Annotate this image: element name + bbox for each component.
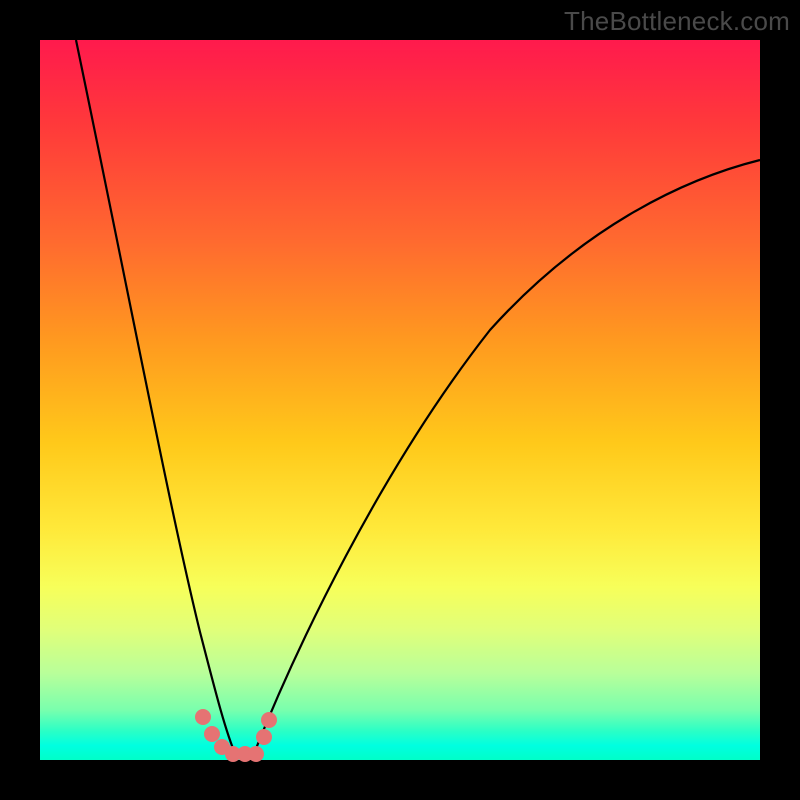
watermark-text: TheBottleneck.com xyxy=(564,6,790,37)
dot xyxy=(261,712,277,728)
highlight-dots xyxy=(195,709,277,762)
plot-area xyxy=(40,40,760,760)
curve-left-branch xyxy=(76,40,236,756)
bottleneck-curve xyxy=(40,40,760,760)
dot xyxy=(248,746,264,762)
dot xyxy=(195,709,211,725)
curve-right-branch xyxy=(253,160,760,756)
dot xyxy=(256,729,272,745)
dot xyxy=(204,726,220,742)
chart-frame: TheBottleneck.com xyxy=(0,0,800,800)
